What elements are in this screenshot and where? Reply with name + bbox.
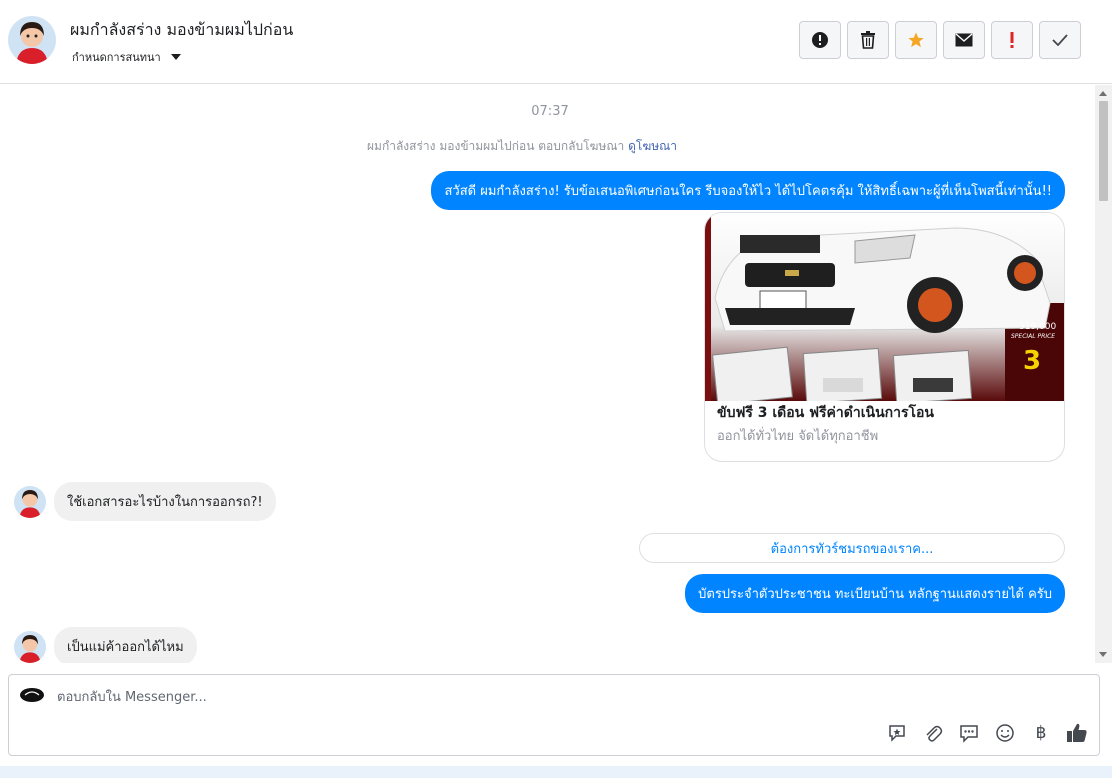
contact-avatar-small [14, 486, 46, 518]
page-avatar-icon [20, 688, 44, 702]
saved-replies-icon[interactable] [957, 721, 981, 745]
alert-circle-icon [812, 32, 828, 48]
scroll-up-arrow-icon[interactable] [1099, 91, 1107, 96]
outgoing-message: สวัสดี ผมกำลังสร่าง! รับข้อเสนอพิเศษก่อน… [431, 171, 1065, 210]
outgoing-message: บัตรประจำตัวประชาชน ทะเบียนบ้าน หลักฐานแ… [685, 574, 1065, 613]
incoming-message: ใช้เอกสารอะไรบ้างในการออกรถ?! [54, 482, 276, 521]
composer-toolbar: ฿ [885, 721, 1089, 745]
view-ad-link[interactable]: ดูโฆษณา [628, 139, 677, 153]
ad-note-text: ผมกำลังสร่าง มองข้ามผมไปก่อน ตอบกลับโฆษณ… [367, 139, 625, 153]
reply-input[interactable] [57, 687, 857, 707]
exclamation-icon [1010, 32, 1014, 48]
conversation-header: ผมกำลังสร่าง มองข้ามผมไปก่อน กำหนดการสนท… [0, 0, 1112, 84]
emoji-icon[interactable] [993, 721, 1017, 745]
inbox-conversation: ผมกำลังสร่าง มองข้ามผมไปก่อน กำหนดการสนท… [0, 0, 1112, 778]
quick-reply-button[interactable]: ต้องการทัวร์ชมรถของเราค... [639, 533, 1065, 563]
message-timestamp: 07:37 [531, 104, 569, 119]
envelope-icon [955, 33, 973, 47]
report-spam-button[interactable] [799, 21, 841, 59]
ad-card[interactable]: 319,000 SPECIAL PRICE 3 ขับฟรี 3 เดือน ฟ… [704, 212, 1065, 462]
mark-unread-button[interactable] [943, 21, 985, 59]
card-special-price: SPECIAL PRICE [1011, 333, 1055, 340]
sticker-icon[interactable] [885, 721, 909, 745]
assign-conversation-dropdown[interactable]: กำหนดการสนทนา [72, 48, 181, 66]
delete-button[interactable] [847, 21, 889, 59]
contact-avatar-small [14, 631, 46, 663]
ad-reply-note: ผมกำลังสร่าง มองข้ามผมไปก่อน ตอบกลับโฆษณ… [367, 137, 677, 156]
check-icon [1052, 34, 1068, 46]
star-button[interactable] [895, 21, 937, 59]
attachment-icon[interactable] [921, 721, 945, 745]
thumbs-up-icon[interactable] [1065, 721, 1089, 745]
ad-card-title: ขับฟรี 3 เดือน ฟรีค่าดำเนินการโอน [717, 405, 934, 421]
message-composer: ฿ [8, 674, 1100, 756]
trash-icon [861, 31, 875, 49]
contact-avatar[interactable] [8, 16, 56, 64]
star-icon [908, 32, 924, 48]
action-toolbar [799, 21, 1081, 59]
scroll-down-arrow-icon[interactable] [1099, 652, 1107, 657]
card-promo-number: 3 [1023, 346, 1041, 376]
incoming-message: เป็นแม่ค้าออกได้ไหม [54, 627, 197, 663]
page-title: ผมกำลังสร่าง มองข้ามผมไปก่อน [70, 20, 294, 39]
baht-icon[interactable]: ฿ [1029, 721, 1053, 745]
bottom-band [0, 766, 1112, 778]
follow-up-button[interactable] [991, 21, 1033, 59]
ad-card-subtitle: ออกได้ทั่วไทย จัดได้ทุกอาชีพ [717, 429, 879, 444]
message-thread[interactable]: 07:37 ผมกำลังสร่าง มองข้ามผมไปก่อน ตอบกล… [0, 85, 1112, 663]
mark-done-button[interactable] [1039, 21, 1081, 59]
thread-scrollbar[interactable] [1095, 85, 1112, 663]
ad-card-image: 319,000 SPECIAL PRICE 3 [705, 213, 1064, 401]
card-price: 319,000 [1019, 322, 1056, 332]
caret-down-icon [170, 54, 181, 60]
scroll-thumb[interactable] [1099, 101, 1108, 201]
assign-label: กำหนดการสนทนา [72, 51, 161, 64]
